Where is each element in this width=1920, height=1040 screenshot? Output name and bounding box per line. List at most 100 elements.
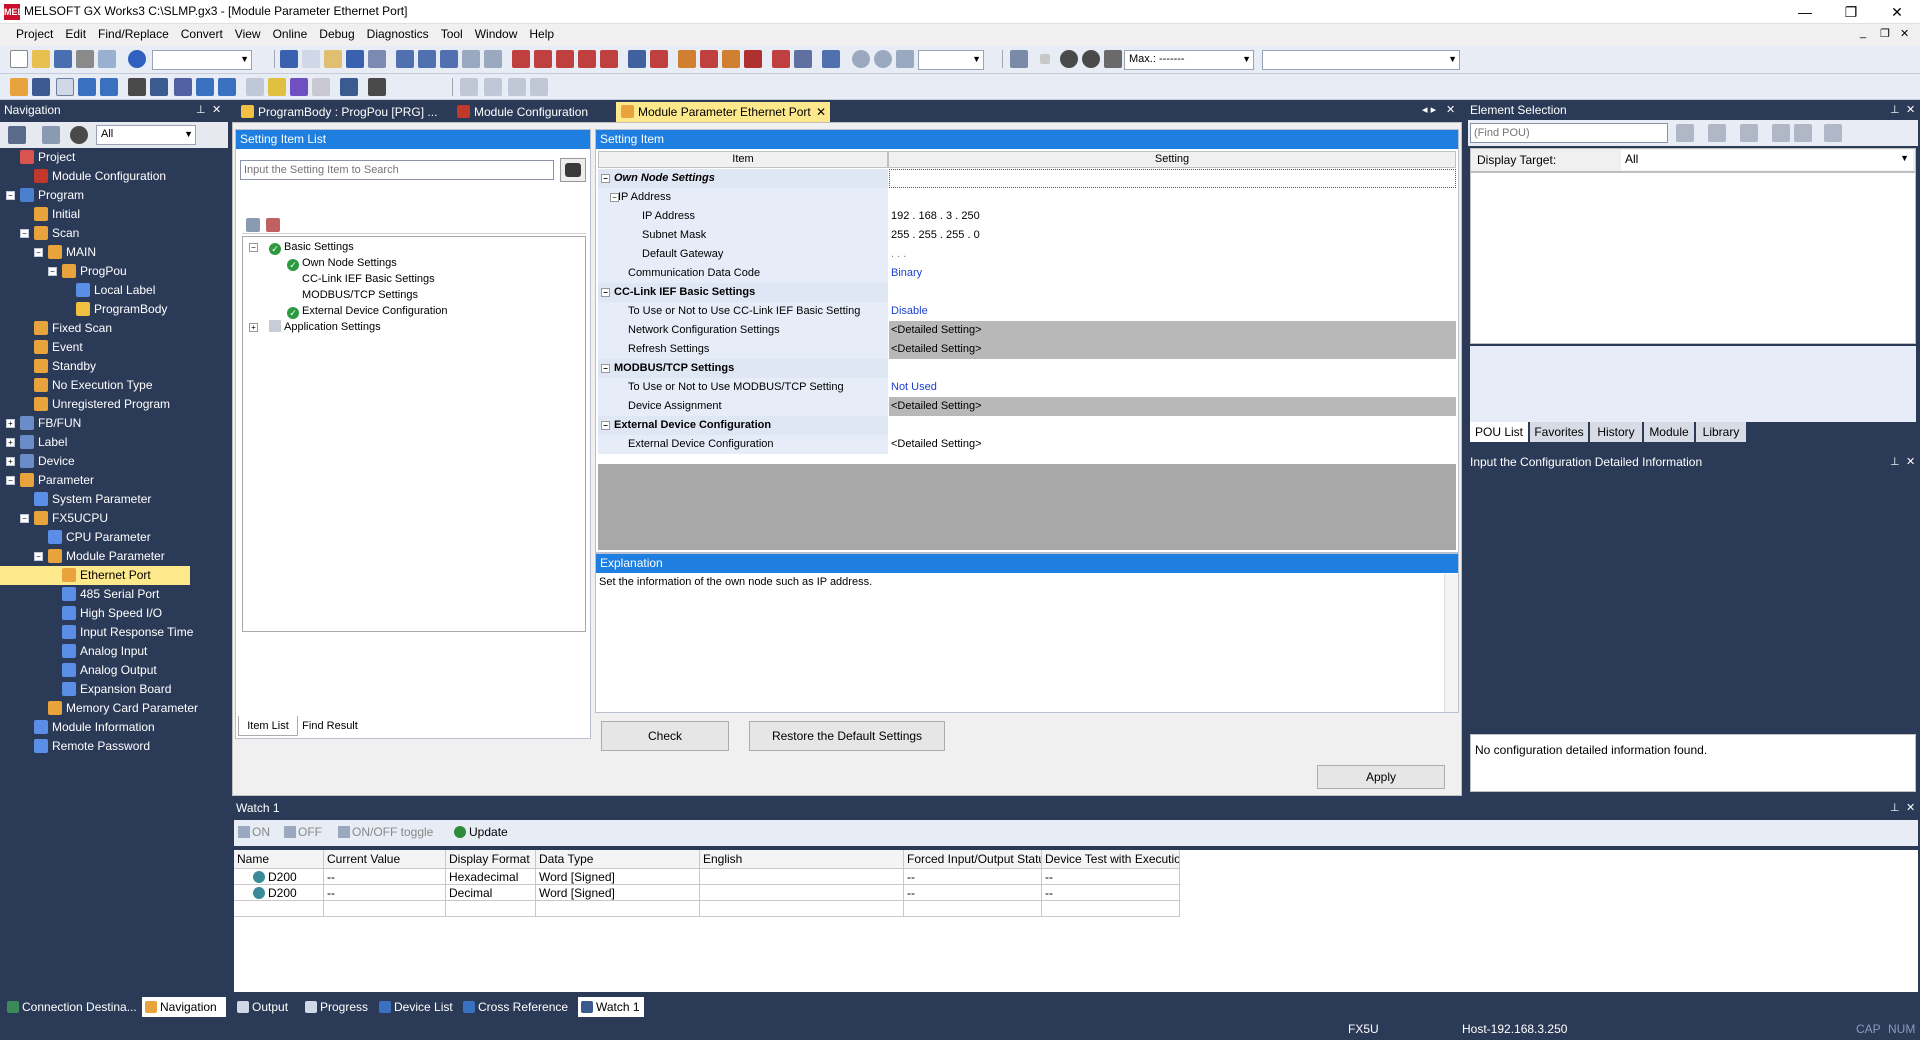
collapse-icon[interactable]: −	[601, 421, 610, 430]
setting-value-cell[interactable]: <Detailed Setting>	[889, 397, 1456, 416]
scan-icon[interactable]	[1104, 50, 1122, 68]
watch-cell[interactable]	[904, 901, 1042, 917]
maximize-button[interactable]: ❐	[1828, 0, 1874, 24]
tab-program-body[interactable]: ProgramBody : ProgPou [PRG] ...	[236, 102, 448, 122]
navigation-filter-select[interactable]: All ▼	[96, 125, 196, 145]
close-icon[interactable]: ✕	[1906, 798, 1915, 818]
watch-cell[interactable]	[700, 901, 904, 917]
save-icon[interactable]	[54, 50, 72, 68]
find-device-icon[interactable]	[396, 50, 414, 68]
expand-icon[interactable]: +	[249, 323, 258, 332]
simulation-start-icon[interactable]	[700, 50, 718, 68]
tree-node[interactable]: − ProgPou	[48, 262, 127, 281]
layout-3-icon[interactable]	[508, 78, 526, 96]
tree-node[interactable]: Local Label	[76, 281, 155, 300]
tree-node[interactable]: No Execution Type	[34, 376, 153, 395]
layout-1-icon[interactable]	[460, 78, 478, 96]
tree-node[interactable]: + Device	[6, 452, 75, 471]
tree-node[interactable]: − Program	[6, 186, 84, 205]
menu-window[interactable]: Window	[469, 24, 524, 46]
collapse-icon[interactable]: −	[34, 248, 43, 257]
setting-value-cell[interactable]: <Detailed Setting>	[889, 321, 1456, 340]
tree-node[interactable]: − Parameter	[6, 471, 94, 490]
setting-value-cell[interactable]: <Detailed Setting>	[889, 435, 1456, 454]
watch-cell[interactable]: --	[904, 885, 1042, 901]
zoom-in-icon[interactable]	[852, 50, 870, 68]
device-batch-icon[interactable]	[174, 78, 192, 96]
watch-cell[interactable]	[446, 901, 536, 917]
tab-find-result[interactable]: Find Result	[298, 716, 362, 736]
watch-cell[interactable]	[324, 901, 446, 917]
zoom-out-icon[interactable]	[874, 50, 892, 68]
diagnostics-icon[interactable]	[772, 50, 790, 68]
mdi-minimize-button[interactable]: _	[1860, 27, 1866, 39]
watch-column-header[interactable]: Display Format	[446, 850, 536, 869]
tree-node[interactable]: + FB/FUN	[6, 414, 81, 433]
tree-node[interactable]: Unregistered Program	[34, 395, 170, 414]
zoom-window-icon[interactable]	[822, 50, 840, 68]
parameter-check-icon[interactable]	[312, 78, 330, 96]
tab-module-parameter-ethernet[interactable]: Module Parameter Ethernet Port ✕	[616, 102, 830, 122]
off-button[interactable]: OFF	[284, 825, 322, 839]
setting-value-cell[interactable]: <Detailed Setting>	[889, 340, 1456, 359]
tab-connection-destination[interactable]: Connection Destina...	[4, 997, 140, 1017]
monitor-stop-icon[interactable]	[600, 50, 618, 68]
delete-icon[interactable]	[1794, 124, 1812, 142]
apply-button[interactable]: Apply	[1317, 765, 1445, 789]
binoculars-icon[interactable]	[128, 78, 146, 96]
watch-cell[interactable]: Word [Signed]	[536, 869, 700, 885]
on-button[interactable]: ON	[238, 825, 270, 839]
tree-node[interactable]: Ethernet Port	[0, 566, 190, 585]
tab-watch[interactable]: Watch 1	[578, 997, 644, 1017]
layout-4-icon[interactable]	[530, 78, 548, 96]
setting-tree-node[interactable]: MODBUS/TCP Settings	[287, 287, 418, 303]
tab-cross-reference[interactable]: Cross Reference 1	[460, 997, 574, 1034]
check-program-icon[interactable]	[290, 78, 308, 96]
update-button[interactable]: Update	[454, 825, 508, 839]
gear-icon[interactable]	[70, 126, 88, 144]
tree-node[interactable]: + Label	[6, 433, 67, 452]
tab-output[interactable]: Output	[234, 997, 302, 1017]
jump-next-icon[interactable]	[484, 50, 502, 68]
tree-node[interactable]: 485 Serial Port	[62, 585, 159, 604]
binoculars-search-button[interactable]	[560, 158, 586, 182]
tree-node[interactable]: − Module Parameter	[34, 547, 165, 566]
collapse-icon[interactable]: −	[610, 193, 619, 202]
toolbar-combo-2[interactable]: ▼	[1262, 50, 1460, 70]
check-circle-2-icon[interactable]	[1082, 50, 1100, 68]
collapse-all-icon[interactable]	[266, 218, 280, 232]
menu-online[interactable]: Online	[267, 24, 314, 46]
tab-module-configuration[interactable]: Module Configuration	[452, 102, 612, 122]
output-window-icon[interactable]	[56, 78, 74, 96]
tab-pou-list[interactable]: POU List	[1470, 422, 1528, 442]
new-project-icon[interactable]	[10, 50, 28, 68]
tree-node[interactable]: Event	[34, 338, 83, 357]
tree-node[interactable]: Expansion Board	[62, 680, 171, 699]
intelligent-module-icon[interactable]	[246, 78, 264, 96]
menu-convert[interactable]: Convert	[175, 24, 229, 46]
tree-view-icon[interactable]	[8, 126, 26, 144]
device-list-icon[interactable]	[100, 78, 118, 96]
pin-icon[interactable]: ⊥	[1890, 452, 1900, 472]
navigation-window-icon[interactable]	[10, 78, 28, 96]
watch-window-icon[interactable]	[150, 78, 168, 96]
watch-column-header[interactable]: Current Value	[324, 850, 446, 869]
setting-value-cell[interactable]: . . .	[889, 245, 1456, 264]
pin-icon[interactable]: ⊥	[1890, 100, 1900, 120]
tree-node[interactable]: Standby	[34, 357, 96, 376]
watch-cell[interactable]: Hexadecimal	[446, 869, 536, 885]
tab-navigation[interactable]: Navigation	[142, 997, 226, 1017]
simulation-stop-icon[interactable]	[722, 50, 740, 68]
buffer-memory-icon[interactable]	[218, 78, 236, 96]
find-pou-input[interactable]	[1470, 123, 1668, 143]
mdi-restore-button[interactable]: ❐	[1880, 27, 1890, 40]
cross-ref-icon[interactable]	[78, 78, 96, 96]
max-scan-combo[interactable]: Max.: ------- ▼	[1124, 50, 1254, 70]
on-off-toggle-button[interactable]: ON/OFF toggle	[338, 825, 433, 839]
device-register-icon[interactable]	[196, 78, 214, 96]
close-tab-icon[interactable]: ✕	[816, 102, 826, 122]
online-change-icon[interactable]	[678, 50, 696, 68]
stop-square-icon[interactable]	[1040, 54, 1050, 64]
tree-node[interactable]: ProgramBody	[76, 300, 167, 319]
setting-tree-node[interactable]: CC-Link IEF Basic Settings	[287, 271, 435, 287]
